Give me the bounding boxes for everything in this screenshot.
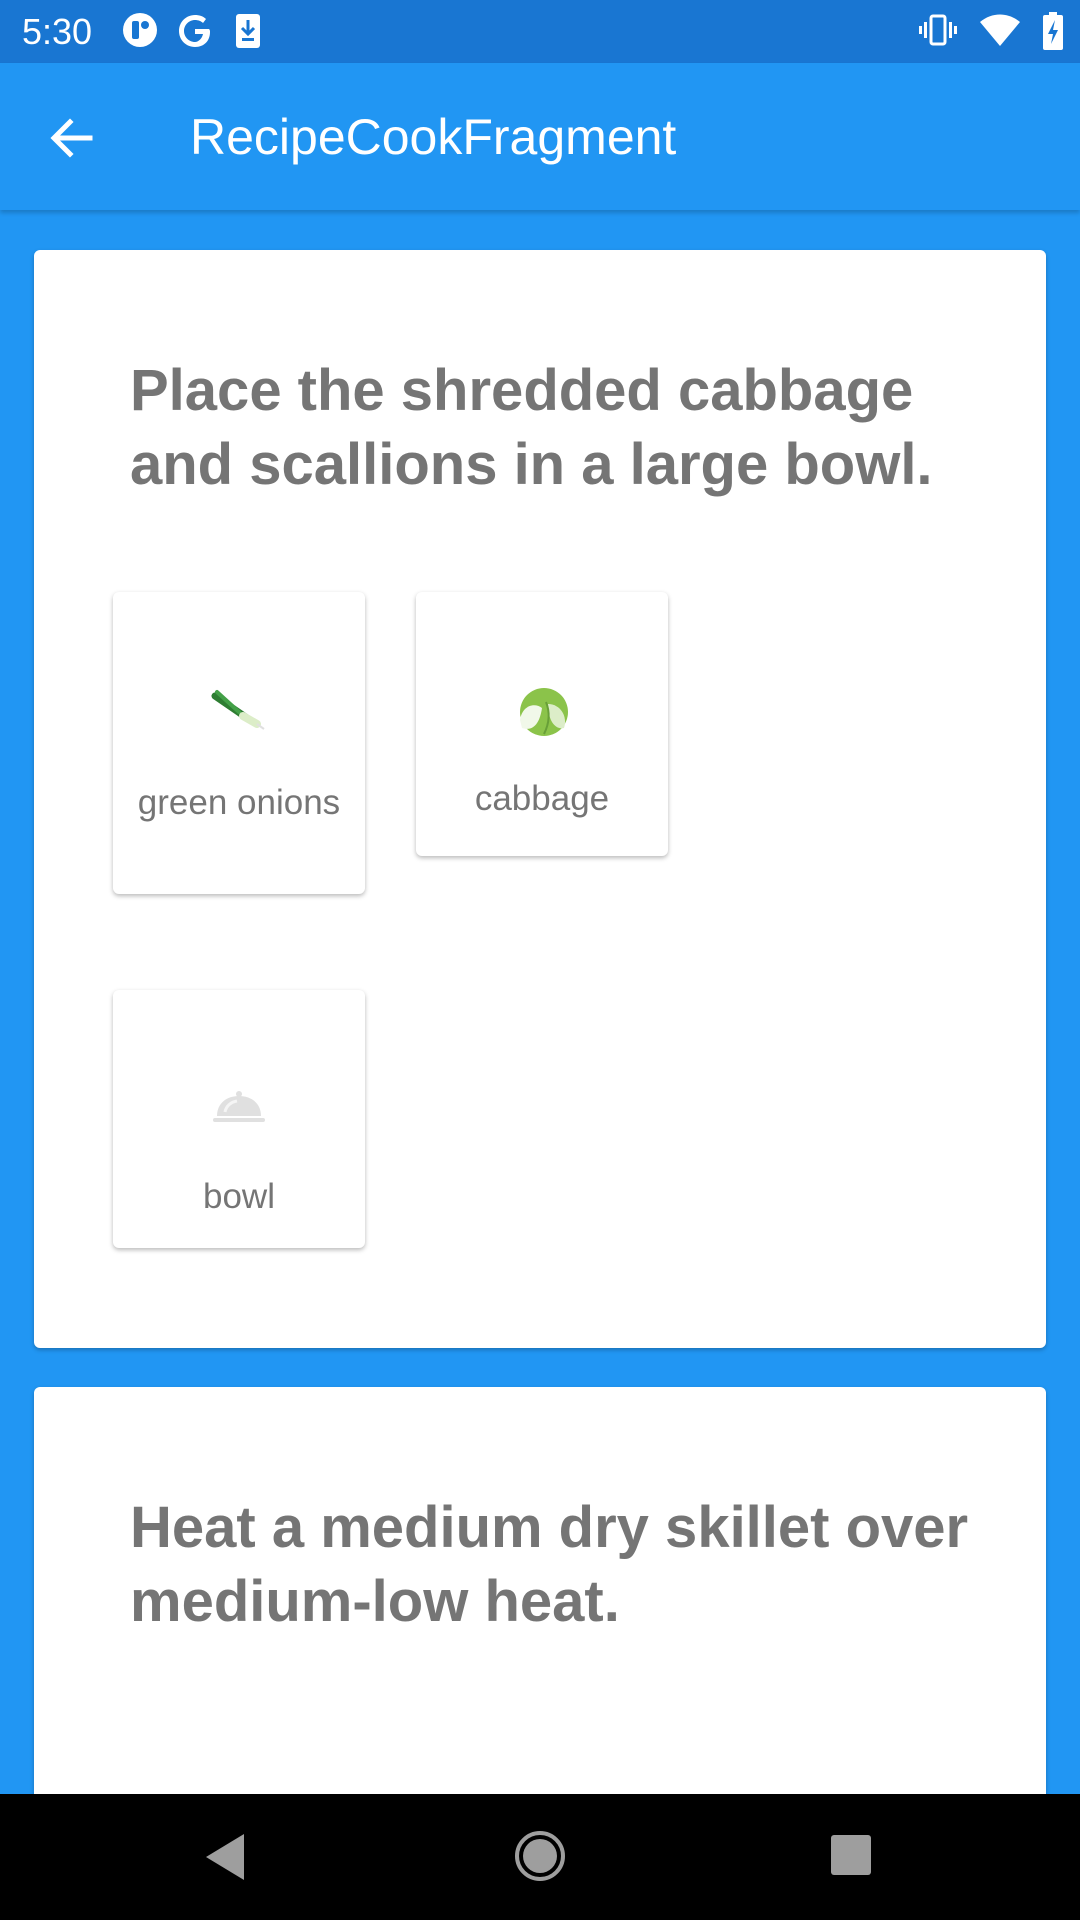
status-left-icons bbox=[122, 12, 277, 52]
status-right-icons bbox=[901, 12, 1064, 52]
wifi-icon bbox=[979, 14, 1020, 46]
app-bar: RecipeCookFragment bbox=[0, 63, 1080, 210]
status-time: 5:30 bbox=[22, 11, 93, 52]
google-icon bbox=[179, 15, 211, 47]
notification-app-icon bbox=[123, 13, 157, 47]
status-bar: 5:30 bbox=[0, 0, 1080, 63]
download-icon bbox=[235, 14, 260, 48]
back-button[interactable] bbox=[40, 107, 102, 169]
item-tile-cabbage[interactable]: cabbage bbox=[416, 592, 668, 856]
arrow-back-icon bbox=[50, 118, 93, 158]
step-text: Place the shredded cabbage and scallions… bbox=[130, 358, 933, 497]
item-label: green onions bbox=[137, 783, 341, 822]
step-card[interactable]: Place the shredded cabbage and scallions… bbox=[34, 250, 1046, 1348]
nav-recents-icon[interactable] bbox=[830, 1834, 872, 1876]
nav-back-icon[interactable] bbox=[200, 1830, 250, 1884]
item-label: cabbage bbox=[474, 779, 610, 818]
cabbage-icon bbox=[520, 688, 568, 736]
navigation-bar bbox=[0, 1794, 1080, 1920]
item-label: bowl bbox=[203, 1177, 275, 1216]
green-onion-icon bbox=[211, 690, 265, 730]
step-text: Heat a medium dry skillet over medium-lo… bbox=[130, 1495, 969, 1634]
step-card[interactable]: Heat a medium dry skillet over medium-lo… bbox=[34, 1387, 1046, 1794]
item-tile-bowl[interactable]: bowl bbox=[113, 990, 365, 1248]
item-tile-green-onions[interactable]: green onions bbox=[113, 592, 365, 894]
vibrate-icon bbox=[919, 14, 958, 46]
nav-home-icon[interactable] bbox=[513, 1829, 567, 1883]
steps-list[interactable]: Place the shredded cabbage and scallions… bbox=[0, 210, 1080, 1794]
bowl-icon bbox=[213, 1091, 265, 1122]
battery-charging-icon bbox=[1043, 12, 1063, 50]
page-title: RecipeCookFragment bbox=[190, 109, 677, 165]
